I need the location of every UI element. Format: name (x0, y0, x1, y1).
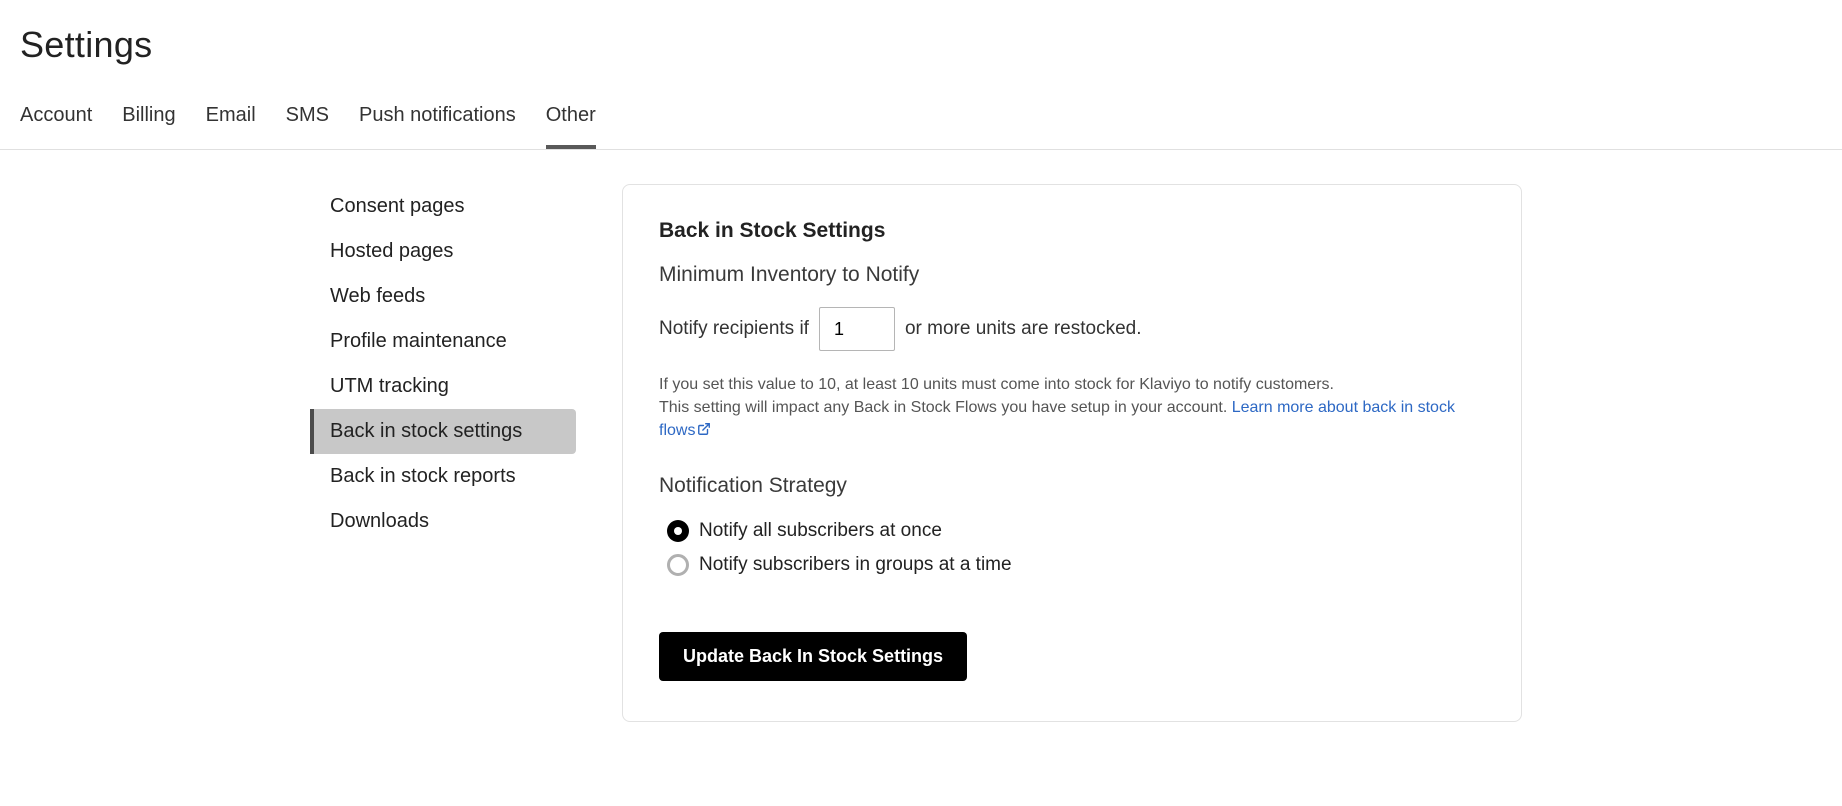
help-line-2: This setting will impact any Back in Sto… (659, 399, 1232, 416)
sidebar-item-back-in-stock-reports[interactable]: Back in stock reports (310, 454, 576, 499)
tab-sms[interactable]: SMS (286, 104, 329, 149)
sidebar-item-consent-pages[interactable]: Consent pages (310, 184, 576, 229)
sidebar-item-downloads[interactable]: Downloads (310, 499, 576, 544)
sidebar-item-web-feeds[interactable]: Web feeds (310, 274, 576, 319)
radio-selected-icon (667, 520, 689, 542)
radio-label: Notify all subscribers at once (699, 520, 942, 542)
tab-push-notifications[interactable]: Push notifications (359, 104, 516, 149)
settings-tabs: Account Billing Email SMS Push notificat… (0, 66, 1842, 150)
update-back-in-stock-button[interactable]: Update Back In Stock Settings (659, 632, 967, 681)
help-line-1: If you set this value to 10, at least 10… (659, 376, 1334, 393)
tab-email[interactable]: Email (206, 104, 256, 149)
back-in-stock-panel: Back in Stock Settings Minimum Inventory… (622, 184, 1522, 722)
radio-option-notify-groups[interactable]: Notify subscribers in groups at a time (659, 554, 1485, 576)
sidebar-item-back-in-stock-settings[interactable]: Back in stock settings (310, 409, 576, 454)
sidebar-item-utm-tracking[interactable]: UTM tracking (310, 364, 576, 409)
radio-unselected-icon (667, 554, 689, 576)
notify-threshold-row: Notify recipients if or more units are r… (659, 307, 1485, 351)
page-title: Settings (0, 0, 1842, 66)
minimum-inventory-heading: Minimum Inventory to Notify (659, 263, 1485, 287)
external-link-icon (697, 420, 711, 443)
radio-option-notify-all[interactable]: Notify all subscribers at once (659, 520, 1485, 542)
tab-billing[interactable]: Billing (122, 104, 175, 149)
tab-other[interactable]: Other (546, 104, 596, 149)
sidebar-item-profile-maintenance[interactable]: Profile maintenance (310, 319, 576, 364)
help-text: If you set this value to 10, at least 10… (659, 373, 1485, 444)
radio-label: Notify subscribers in groups at a time (699, 554, 1012, 576)
notify-threshold-input[interactable] (819, 307, 895, 351)
notification-strategy-heading: Notification Strategy (659, 474, 1485, 498)
sidebar-item-hosted-pages[interactable]: Hosted pages (310, 229, 576, 274)
tab-account[interactable]: Account (20, 104, 92, 149)
panel-title: Back in Stock Settings (659, 219, 1485, 243)
settings-sidebar: Consent pages Hosted pages Web feeds Pro… (310, 184, 576, 722)
notify-threshold-suffix: or more units are restocked. (905, 318, 1142, 340)
notify-threshold-prefix: Notify recipients if (659, 318, 809, 340)
